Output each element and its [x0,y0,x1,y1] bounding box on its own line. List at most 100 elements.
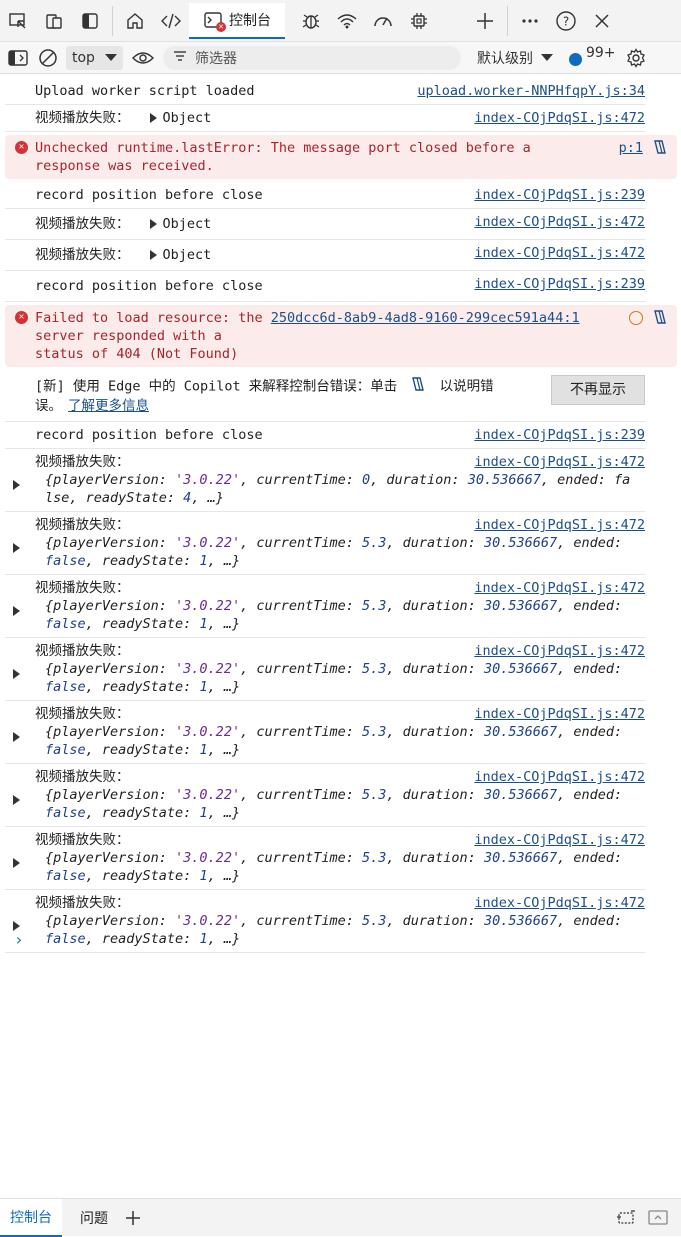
toggle-sidebar-icon[interactable] [72,3,108,39]
devtools-toolbar: ✕ 控制台 ? [0,0,681,42]
object-preview-line[interactable]: false, readyState: 1, …} [25,930,645,948]
source-link[interactable]: p:1 [619,139,643,157]
object-preview-line[interactable]: {playerVersion: '3.0.22', currentTime: 0… [25,471,645,489]
message-bubble-icon [568,53,582,66]
object-preview-line[interactable]: {playerVersion: '3.0.22', currentTime: 5… [25,786,645,804]
sources-bug-icon[interactable] [293,3,329,39]
dock-drawer-icon[interactable] [615,1208,637,1226]
object-preview-line[interactable]: lse, readyState: 4, …} [25,489,645,507]
console-message: record position before close index-COjPd… [5,182,645,209]
message-label: 视频播放失败： [35,643,130,659]
object-preview[interactable]: Object [163,110,212,126]
error-text: Failed to load resource: the 250dcc6d-8a… [35,309,669,327]
more-tools-plus-icon[interactable] [467,3,503,39]
resource-link[interactable]: 250dcc6d-8ab9-4ad8-9160-299cec591a44:1 [271,310,580,326]
log-level-select[interactable]: 默认级别 [477,48,553,68]
console-message: 视频播放失败： Object index-COjPdqSI.js:472 [5,105,645,132]
expand-triangle-icon[interactable] [13,669,20,679]
console-message: 视频播放失败： index-COjPdqSI.js:472 {playerVersi… [5,449,645,512]
object-preview[interactable]: Object [163,216,212,232]
message-label: 视频播放失败： [35,110,130,126]
issues-counter[interactable]: 99+ [568,45,616,66]
learn-more-link[interactable]: 了解更多信息 [68,398,149,414]
object-preview-line[interactable]: false, readyState: 1, …} [25,804,645,822]
show-sidebar-icon[interactable] [6,46,30,70]
object-preview-line[interactable]: {playerVersion: '3.0.22', currentTime: 5… [25,597,645,615]
source-link[interactable]: index-COjPdqSI.js:472 [474,642,645,660]
object-preview[interactable]: Object [163,247,212,263]
source-link[interactable]: upload.worker-NNPHfqpY.js:34 [417,82,645,100]
copilot-explain-icon[interactable] [651,138,669,161]
collapse-drawer-icon[interactable] [647,1208,669,1226]
source-link[interactable]: index-COjPdqSI.js:239 [474,426,645,444]
source-link[interactable]: index-COjPdqSI.js:472 [474,831,645,849]
settings-gear-icon[interactable] [624,46,648,70]
console-message: 视频播放失败： index-COjPdqSI.js:472 {playerVersi… [5,764,645,827]
drawer-tab-issues[interactable]: 问题 [70,1199,118,1237]
source-link[interactable]: index-COjPdqSI.js:472 [474,705,645,723]
console-message: 视频播放失败： index-COjPdqSI.js:472 {playerVersi… [5,575,645,638]
expand-triangle-icon[interactable] [13,543,20,553]
source-link[interactable]: index-COjPdqSI.js:239 [474,186,645,204]
tab-console[interactable]: ✕ 控制台 [189,2,285,39]
welcome-home-icon[interactable] [117,3,153,39]
expand-triangle-icon[interactable] [149,250,157,260]
expand-triangle-icon[interactable] [13,732,20,742]
object-preview-line[interactable]: false, readyState: 1, …} [25,741,645,759]
chevron-down-icon [104,54,117,61]
help-icon[interactable]: ? [548,3,584,39]
source-link[interactable]: index-COjPdqSI.js:472 [474,516,645,534]
object-preview-line[interactable]: {playerVersion: '3.0.22', currentTime: 5… [25,723,645,741]
console-filter-bar: top 筛选器 默认级别 99+ [0,42,681,74]
filter-icon [173,50,187,66]
message-label: 视频播放失败： [35,517,130,533]
elements-icon[interactable] [153,3,189,39]
expand-triangle-icon[interactable] [149,113,157,123]
source-link[interactable]: index-COjPdqSI.js:472 [474,894,645,912]
source-link[interactable]: index-COjPdqSI.js:472 [474,768,645,786]
expand-triangle-icon[interactable] [149,219,157,229]
expand-triangle-icon[interactable] [13,858,20,868]
error-text-prefix: Failed to load resource: the [35,310,263,326]
error-icon: ✕ [15,311,28,324]
object-preview-line[interactable]: {playerVersion: '3.0.22', currentTime: 5… [25,912,645,930]
source-link[interactable]: index-COjPdqSI.js:472 [474,109,645,127]
object-preview-line[interactable]: {playerVersion: '3.0.22', currentTime: 5… [25,660,645,678]
clear-console-icon[interactable] [36,46,60,70]
console-message: 视频播放失败： Object index-COjPdqSI.js:472 [5,240,645,271]
object-preview-line[interactable]: {playerVersion: '3.0.22', currentTime: 5… [25,534,645,552]
live-expression-eye-icon[interactable] [129,46,157,70]
expand-triangle-icon[interactable] [13,606,20,616]
expand-triangle-icon[interactable] [13,795,20,805]
add-drawer-tab-plus-icon[interactable] [124,1209,142,1227]
source-link[interactable]: index-COjPdqSI.js:472 [474,213,645,231]
object-preview-line[interactable]: false, readyState: 1, …} [25,678,645,696]
message-text: record position before close [35,187,263,203]
source-link[interactable]: index-COjPdqSI.js:472 [474,579,645,597]
drawer-tab-console[interactable]: 控制台 [0,1198,62,1237]
network-wifi-icon[interactable] [329,3,365,39]
object-preview-line[interactable]: false, readyState: 1, …} [25,615,645,633]
console-prompt-icon[interactable]: › [14,930,24,949]
object-preview-line[interactable]: false, readyState: 1, …} [25,867,645,885]
expand-triangle-icon[interactable] [13,480,20,490]
dont-show-again-button[interactable]: 不再显示 [551,375,645,405]
message-label: 视频播放失败： [35,216,130,232]
filter-input[interactable]: 筛选器 [162,45,461,70]
message-label: 视频播放失败： [35,895,130,911]
memory-chip-icon[interactable] [401,3,437,39]
close-icon[interactable] [584,3,620,39]
object-preview-line[interactable]: {playerVersion: '3.0.22', currentTime: 5… [25,849,645,867]
object-preview-line[interactable]: false, readyState: 1, …} [25,552,645,570]
copilot-explain-icon[interactable] [651,308,669,331]
context-select[interactable]: top [66,45,123,70]
console-message: record position before close index-COjPd… [5,422,645,449]
performance-gauge-icon[interactable] [365,3,401,39]
source-link[interactable]: index-COjPdqSI.js:239 [474,275,645,293]
device-emulation-icon[interactable] [36,3,72,39]
more-options-icon[interactable] [512,3,548,39]
network-request-icon[interactable] [629,311,643,325]
source-link[interactable]: index-COjPdqSI.js:472 [474,244,645,262]
source-link[interactable]: index-COjPdqSI.js:472 [474,453,645,471]
inspect-icon[interactable] [0,3,36,39]
